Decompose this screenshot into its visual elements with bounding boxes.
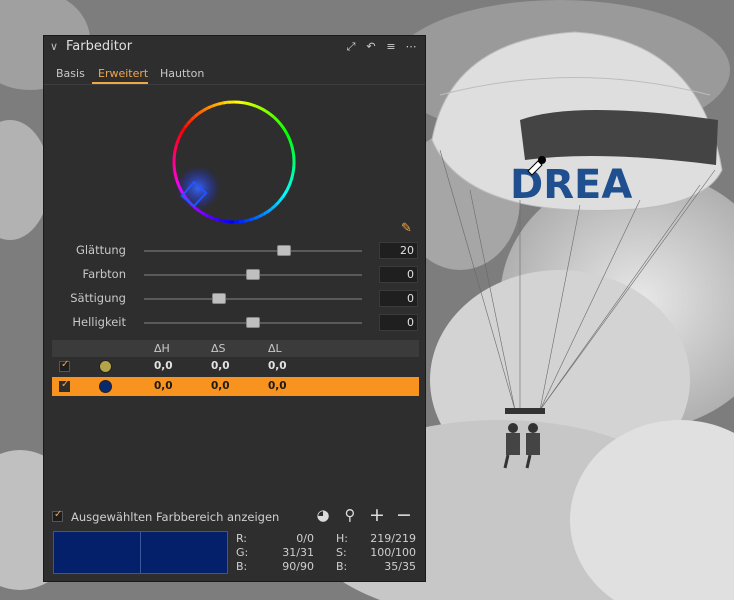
color-readout: R: 0/0 G: 31/31 B: 90/90 H: 219/219 S: 1… [236,530,420,576]
slider-helligkeit: Helligkeit 0 [44,314,425,332]
remove-icon[interactable]: − [396,506,412,525]
slider-value-field[interactable]: 20 [379,242,418,259]
readout-r-value: 0/0 [296,532,314,545]
readout-bv-value: 35/35 [384,560,416,573]
slider-saettigung: Sättigung 0 [44,290,425,308]
active-tab-indicator [92,82,148,84]
tab-hautton[interactable]: Hautton [160,67,204,80]
slider-farbton: Farbton 0 [44,266,425,284]
color-range-row[interactable]: 0,0 0,0 0,0 [52,357,419,376]
slider-value-field[interactable]: 0 [379,314,418,331]
slider-thumb[interactable] [277,245,291,256]
dh-value: 0,0 [154,380,173,392]
after-swatch [141,532,227,573]
show-range-option[interactable]: Ausgewählten Farbbereich anzeigen [52,508,419,526]
slider-value-field[interactable]: 0 [379,290,418,307]
color-range-row-selected[interactable]: 0,0 0,0 0,0 [52,377,419,396]
panel-header: ∨ Farbeditor ⤢ ↶ ≡ ⋯ [44,36,425,60]
color-swatch-dot [99,360,112,373]
readout-h-value: 219/219 [370,532,416,545]
row-checkbox[interactable] [59,379,70,392]
before-swatch [54,532,141,573]
slider-label: Helligkeit [72,315,126,329]
tab-bar: Basis Erweitert Hautton [44,64,425,85]
color-editor-panel: ∨ Farbeditor ⤢ ↶ ≡ ⋯ Basis Erweitert Hau… [43,35,426,582]
slider-value-field[interactable]: 0 [379,266,418,283]
dl-value: 0,0 [268,380,287,392]
slider-label: Farbton [82,267,126,281]
readout-s-label: S: [336,546,347,559]
slider-thumb[interactable] [246,317,260,328]
color-wheel[interactable] [164,92,304,232]
readout-b-value: 90/90 [282,560,314,573]
slider-thumb[interactable] [212,293,226,304]
slider-track[interactable] [144,250,362,252]
readout-g-label: G: [236,546,249,559]
readout-r-label: R: [236,532,248,545]
color-preview [53,531,228,574]
canopy-lettering: DREA [510,162,632,208]
show-range-checkbox[interactable] [52,509,63,522]
canopy-text: DREA [510,162,632,208]
readout-g-value: 31/31 [282,546,314,559]
dh-value: 0,0 [154,360,173,372]
chevron-down-icon[interactable]: ∨ [50,40,58,53]
dl-value: 0,0 [268,360,287,372]
slider-thumb[interactable] [246,269,260,280]
slider-label: Sättigung [70,291,126,305]
column-header-dl: ΔL [268,342,282,355]
readout-bv-label: B: [336,560,348,573]
eyedropper-icon[interactable]: ✎ [401,221,415,236]
show-range-label: Ausgewählten Farbbereich anzeigen [71,510,280,524]
column-header-dh: ΔH [154,342,170,355]
slider-glaettung: Glättung 20 [44,242,425,260]
readout-h-label: H: [336,532,348,545]
more-options-icon[interactable]: ⋯ [405,40,417,54]
panel-title: Farbeditor [66,39,133,54]
color-range-table-header: ΔH ΔS ΔL [52,340,419,357]
add-icon[interactable]: + [369,506,385,525]
pie-chart-icon[interactable]: ◕ [315,507,331,523]
column-header-ds: ΔS [211,342,226,355]
row-checkbox[interactable] [59,359,70,372]
slider-track[interactable] [144,298,362,300]
expand-icon[interactable]: ⤢ [345,40,357,54]
color-swatch-dot [99,380,112,393]
reset-icon[interactable]: ↶ [365,40,377,54]
readout-b-label: B: [236,560,248,573]
list-menu-icon[interactable]: ≡ [385,40,397,54]
ds-value: 0,0 [211,380,230,392]
slider-label: Glättung [75,243,126,257]
ds-value: 0,0 [211,360,230,372]
tab-erweitert[interactable]: Erweitert [98,67,148,80]
readout-s-value: 100/100 [370,546,416,559]
tab-basis[interactable]: Basis [56,67,85,80]
color-picker-icon[interactable]: ⚲ [342,507,358,523]
